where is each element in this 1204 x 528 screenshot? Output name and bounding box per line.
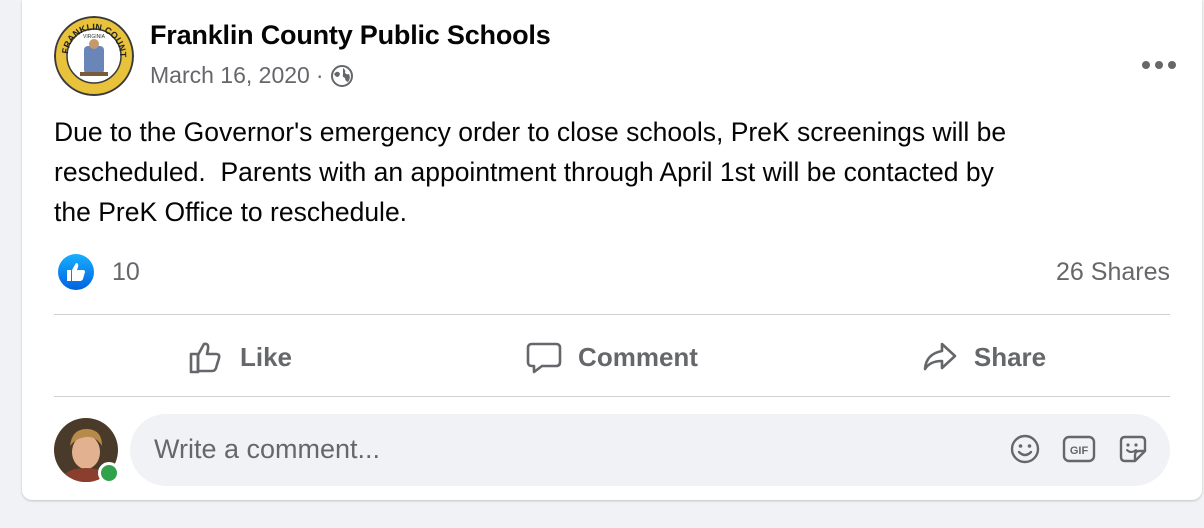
comment-placeholder: Write a comment... xyxy=(154,434,381,464)
post-card: FRANKLIN COUNTY SCHOOLS VIRGINIA Frankli… xyxy=(22,0,1202,500)
comment-composer: Write a comment... GIF xyxy=(54,414,1170,486)
comment-input[interactable]: Write a comment... GIF xyxy=(130,414,1170,486)
like-button[interactable]: Like xyxy=(54,318,426,396)
post-header: FRANKLIN COUNTY SCHOOLS VIRGINIA Frankli… xyxy=(54,16,1202,96)
comment-button[interactable]: Comment xyxy=(426,318,798,396)
comment-tools: GIF xyxy=(988,432,1150,466)
comment-icon xyxy=(526,342,562,374)
sticker-icon[interactable] xyxy=(1116,432,1150,466)
thumbs-up-icon xyxy=(189,342,221,374)
gif-icon[interactable]: GIF xyxy=(1062,432,1096,466)
svg-text:VIRGINIA: VIRGINIA xyxy=(83,34,106,40)
more-icon xyxy=(1142,61,1176,69)
share-button[interactable]: Share xyxy=(798,318,1170,396)
comment-label: Comment xyxy=(578,341,698,372)
post-message: Due to the Governor's emergency order to… xyxy=(54,117,1007,227)
emoji-icon[interactable] xyxy=(1008,432,1042,466)
share-icon xyxy=(923,342,957,371)
divider xyxy=(54,314,1170,315)
svg-text:GIF: GIF xyxy=(1070,445,1089,457)
globe-icon[interactable] xyxy=(330,64,354,88)
like-label: Like xyxy=(239,341,293,372)
reaction-count: 10 xyxy=(112,257,140,286)
like-reaction-icon xyxy=(58,254,94,290)
user-avatar[interactable] xyxy=(54,418,120,484)
post-meta: March 16, 2020 · xyxy=(150,62,354,89)
share-label: Share xyxy=(973,341,1047,372)
post-date-link[interactable]: March 16, 2020 xyxy=(150,62,310,89)
action-bar: Like Comment Share xyxy=(54,318,1170,396)
page-logo[interactable]: FRANKLIN COUNTY SCHOOLS VIRGINIA xyxy=(54,16,134,96)
shares-count-link[interactable]: 26 Shares xyxy=(1056,258,1170,287)
divider xyxy=(54,396,1170,397)
more-options-button[interactable] xyxy=(1134,40,1184,90)
page-name-link[interactable]: Franklin County Public Schools xyxy=(150,20,551,51)
meta-separator: · xyxy=(315,62,324,88)
reactions-summary[interactable]: 10 xyxy=(58,254,140,290)
online-status-indicator xyxy=(98,462,120,484)
